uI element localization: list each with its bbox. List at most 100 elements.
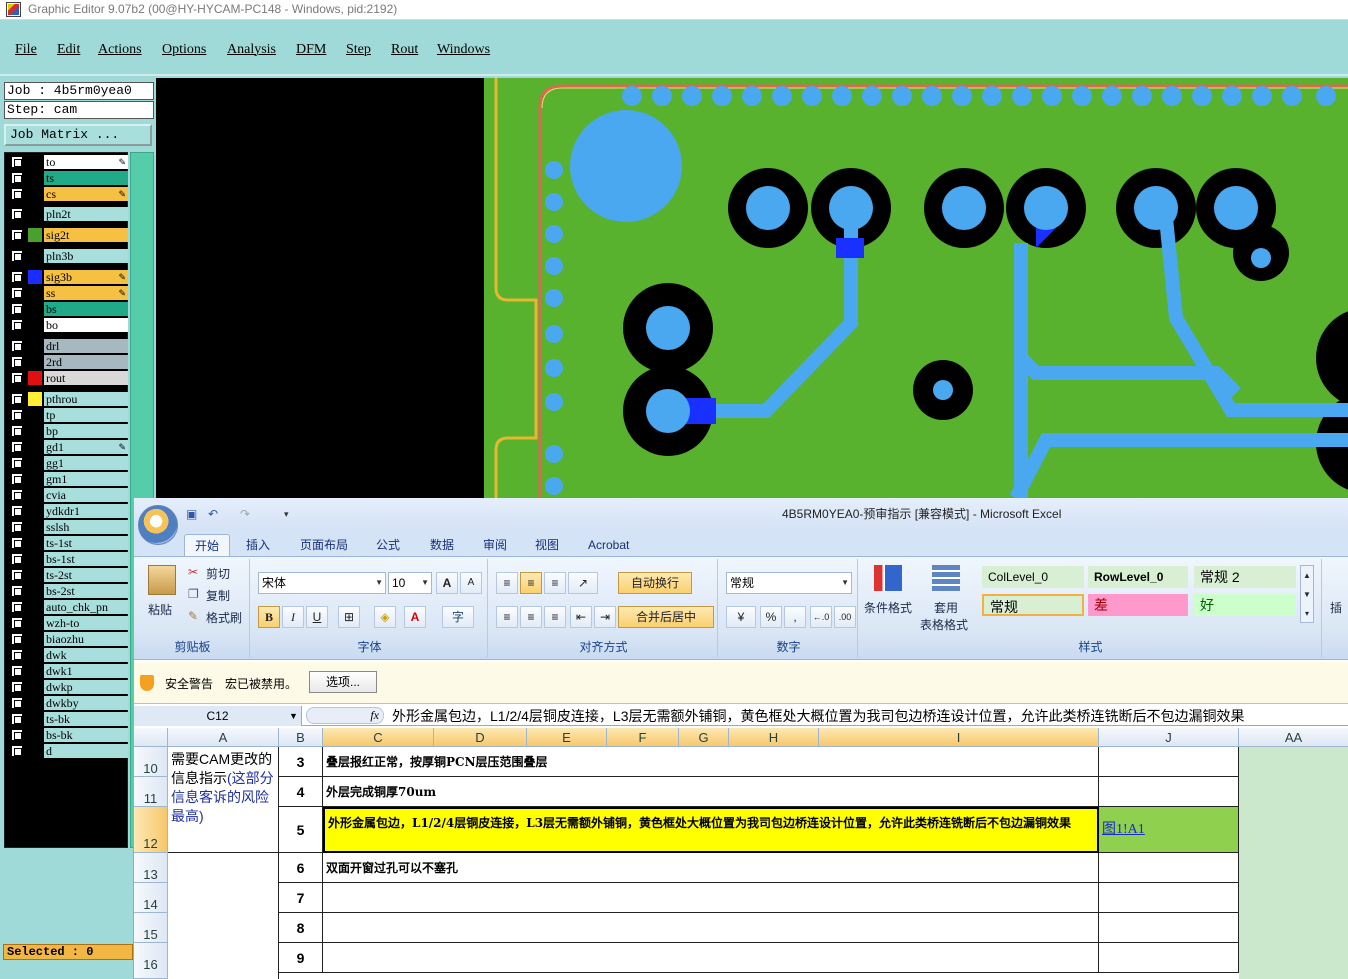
layer-row-cvia[interactable]: cvia: [8, 488, 128, 502]
layer-row-sslsh[interactable]: sslsh: [8, 520, 128, 534]
shrink-font-button[interactable]: A: [460, 572, 482, 594]
layer-name[interactable]: ts-1st: [44, 536, 128, 550]
layer-color-swatch[interactable]: [28, 664, 42, 678]
chevron-down-icon[interactable]: ▼: [289, 706, 298, 726]
customize-qat-icon[interactable]: ▾: [284, 507, 298, 521]
row-header-15[interactable]: 15: [134, 913, 168, 943]
layer-name[interactable]: auto_chk_pn: [44, 600, 128, 614]
conditional-format-button[interactable]: 条件格式: [864, 599, 912, 616]
layer-name[interactable]: sig2t: [44, 228, 128, 242]
layer-name[interactable]: bs-2st: [44, 584, 128, 598]
layer-color-swatch[interactable]: [28, 536, 42, 550]
column-header-h[interactable]: H: [729, 728, 819, 747]
layer-row-bs-1st[interactable]: bs-1st: [8, 552, 128, 566]
table-format-button-line1[interactable]: 套用: [934, 599, 958, 616]
layer-name[interactable]: ydkdr1: [44, 504, 128, 518]
layer-row-to[interactable]: to ✎: [8, 155, 128, 169]
layer-checkbox[interactable]: [11, 489, 23, 501]
layer-color-swatch[interactable]: [28, 472, 42, 486]
cell-b12[interactable]: 5: [279, 807, 323, 853]
insert-cells-button[interactable]: 插: [1330, 599, 1342, 616]
cell-j16[interactable]: [1099, 943, 1239, 973]
layer-checkbox[interactable]: [11, 319, 23, 331]
layer-row-gm1[interactable]: gm1: [8, 472, 128, 486]
layer-checkbox[interactable]: [11, 250, 23, 262]
layer-row-ts-1st[interactable]: ts-1st: [8, 536, 128, 550]
layer-row-ss[interactable]: ss ✎: [8, 286, 128, 300]
percent-button[interactable]: %: [760, 606, 782, 628]
layer-checkbox[interactable]: [11, 441, 23, 453]
grow-font-button[interactable]: A: [436, 572, 458, 594]
column-header-f[interactable]: F: [607, 728, 679, 747]
layer-color-swatch[interactable]: [28, 584, 42, 598]
layer-row-drl[interactable]: drl: [8, 339, 128, 353]
job-matrix-button[interactable]: Job Matrix ...: [4, 124, 152, 146]
layer-row-dwk1[interactable]: dwk1: [8, 664, 128, 678]
layer-row-bs-2st[interactable]: bs-2st: [8, 584, 128, 598]
layer-row-sig2t[interactable]: sig2t: [8, 228, 128, 242]
layer-row-ydkdr1[interactable]: ydkdr1: [8, 504, 128, 518]
layer-row-gd1[interactable]: gd1 ✎: [8, 440, 128, 454]
layer-checkbox[interactable]: [11, 665, 23, 677]
layer-name[interactable]: pln3b: [44, 249, 128, 263]
menu-options[interactable]: Options: [162, 42, 206, 58]
column-header-aa[interactable]: AA: [1239, 728, 1348, 747]
cell-b13[interactable]: 6: [279, 853, 323, 883]
undo-icon[interactable]: ↶: [208, 507, 222, 521]
align-right-button[interactable]: ≡: [544, 606, 566, 628]
save-icon[interactable]: ▣: [186, 507, 200, 521]
layer-color-swatch[interactable]: [28, 228, 42, 242]
layer-checkbox[interactable]: [11, 713, 23, 725]
style-rowlevel0[interactable]: RowLevel_0: [1088, 566, 1188, 588]
layer-name[interactable]: biaozhu: [44, 632, 128, 646]
layer-row-bo[interactable]: bo: [8, 318, 128, 332]
layer-name[interactable]: bs-bk: [44, 728, 128, 742]
layer-color-swatch[interactable]: [28, 520, 42, 534]
layer-checkbox[interactable]: [11, 521, 23, 533]
layer-name[interactable]: sig3b ✎: [44, 270, 128, 284]
cell-j13[interactable]: [1099, 853, 1239, 883]
layer-checkbox[interactable]: [11, 697, 23, 709]
layer-checkbox[interactable]: [11, 585, 23, 597]
layer-checkbox[interactable]: [11, 372, 23, 384]
layer-color-swatch[interactable]: [28, 616, 42, 630]
layer-color-swatch[interactable]: [28, 171, 42, 185]
layer-checkbox[interactable]: [11, 729, 23, 741]
wrap-text-button[interactable]: 自动换行: [618, 572, 692, 594]
increase-decimal-button[interactable]: ←.0: [810, 606, 832, 628]
cell-b10[interactable]: 3: [279, 747, 323, 777]
layer-checkbox[interactable]: [11, 393, 23, 405]
cut-button[interactable]: 剪切: [206, 565, 230, 582]
font-color-button[interactable]: A: [404, 606, 426, 628]
layer-row-cs[interactable]: cs ✎: [8, 187, 128, 201]
layer-name[interactable]: gd1 ✎: [44, 440, 128, 454]
menu-actions[interactable]: Actions: [98, 42, 142, 58]
layer-row-biaozhu[interactable]: biaozhu: [8, 632, 128, 646]
layer-color-swatch[interactable]: [28, 728, 42, 742]
layer-name[interactable]: dwk: [44, 648, 128, 662]
layer-color-swatch[interactable]: [28, 456, 42, 470]
cell-j12-link[interactable]: 图1!A1: [1099, 807, 1239, 853]
layer-color-swatch[interactable]: [28, 680, 42, 694]
column-header-j[interactable]: J: [1099, 728, 1239, 747]
layer-name[interactable]: to ✎: [44, 155, 128, 169]
layer-color-swatch[interactable]: [28, 552, 42, 566]
layer-color-swatch[interactable]: [28, 504, 42, 518]
worksheet-grid[interactable]: A B C D E F G H I J AA 10 11 12 13 14 15…: [134, 728, 1348, 979]
cell-c11[interactable]: 外层完成铜厚70um: [323, 777, 1099, 807]
italic-button[interactable]: I: [282, 606, 304, 628]
style-normal-2[interactable]: 常规 2: [1194, 566, 1296, 588]
layer-color-swatch[interactable]: [28, 568, 42, 582]
menu-step[interactable]: Step: [346, 42, 371, 58]
menu-edit[interactable]: Edit: [57, 42, 80, 58]
tab-formulas[interactable]: 公式: [366, 534, 410, 556]
row-header-12[interactable]: 12: [134, 807, 168, 853]
layer-name[interactable]: ts-bk: [44, 712, 128, 726]
layer-name[interactable]: ss ✎: [44, 286, 128, 300]
menu-file[interactable]: File: [15, 42, 37, 58]
layer-checkbox[interactable]: [11, 340, 23, 352]
layer-name[interactable]: dwkby: [44, 696, 128, 710]
layer-color-swatch[interactable]: [28, 207, 42, 221]
layer-checkbox[interactable]: [11, 633, 23, 645]
layer-row-dwk[interactable]: dwk: [8, 648, 128, 662]
